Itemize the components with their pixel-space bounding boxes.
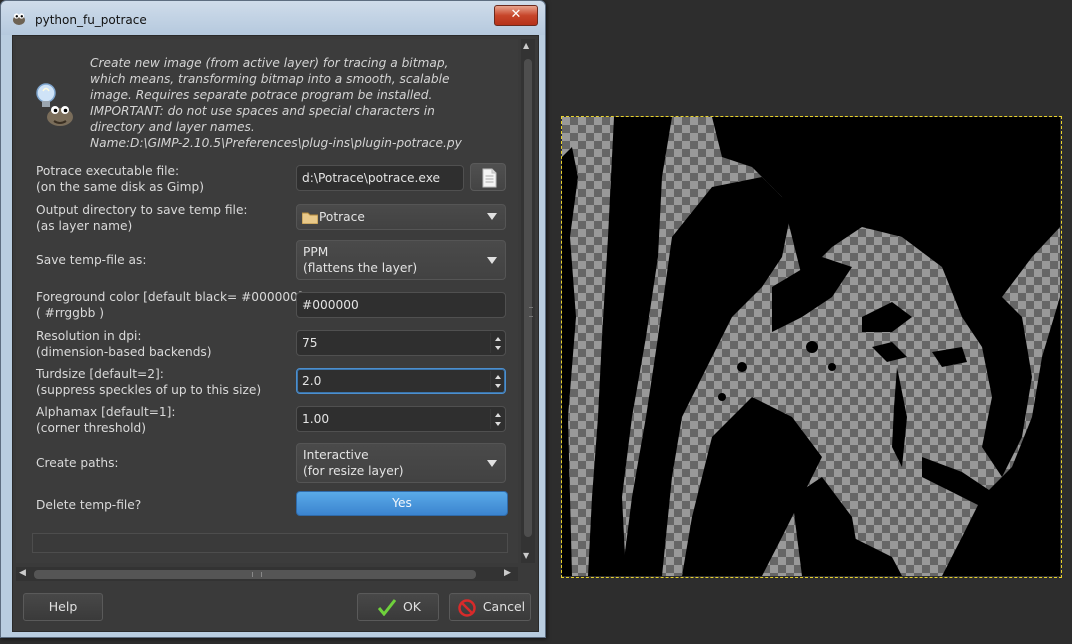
fg-color-field[interactable]: #000000 [296, 292, 506, 318]
scroll-down-icon[interactable]: ▼ [523, 551, 529, 560]
output-dir-combo[interactable]: Potrace [296, 204, 506, 230]
output-dir-label: Output directory to save temp file: (as … [36, 203, 248, 233]
title-bar[interactable]: python_fu_potrace ✕ [1, 1, 545, 35]
close-button[interactable]: ✕ [494, 5, 538, 26]
spin-up-icon[interactable] [495, 375, 501, 379]
horizontal-scrollbar[interactable]: ◀ ▶ [16, 567, 518, 581]
window-title: python_fu_potrace [35, 13, 147, 27]
checkmark-icon [378, 599, 396, 616]
cancel-button-label: Cancel [482, 599, 526, 614]
horizontal-scroll-thumb[interactable] [34, 570, 476, 579]
dialog-body: Create new image (from active layer) for… [12, 35, 539, 632]
turdsize-spinner[interactable]: 2.0 [296, 368, 506, 394]
folder-icon [302, 212, 318, 224]
options-scroll-pane: Create new image (from active layer) for… [16, 39, 518, 563]
create-paths-value: Interactive (for resize layer) [303, 448, 404, 478]
python-fu-logo-icon [36, 83, 73, 126]
output-dir-value: Potrace [319, 210, 365, 224]
help-button-label: Help [48, 599, 78, 614]
scroll-left-icon[interactable]: ◀ [19, 568, 26, 578]
cancel-icon [458, 599, 476, 617]
create-paths-combo[interactable]: Interactive (for resize layer) [296, 443, 506, 483]
executable-path-field[interactable]: d:\Potrace\potrace.exe [296, 165, 464, 191]
scroll-up-icon[interactable]: ▲ [523, 41, 529, 50]
alphamax-label: Alphamax [default=1]: (corner threshold) [36, 405, 176, 435]
plugin-dialog-window: python_fu_potrace ✕ Create new image (fr… [0, 0, 546, 638]
spin-down-icon[interactable] [495, 346, 501, 350]
alphamax-spinner[interactable]: 1.00 [296, 406, 506, 432]
spin-down-icon[interactable] [495, 384, 501, 388]
document-icon [482, 168, 497, 188]
gimp-wilber-icon [13, 13, 25, 25]
delete-temp-label: Delete temp-file? [36, 498, 142, 512]
vertical-scrollbar[interactable]: ▲ ▼ [521, 39, 535, 563]
plugin-description: Create new image (from active layer) for… [90, 56, 462, 150]
chevron-down-icon [487, 213, 497, 220]
executable-label: Potrace executable file: (on the same di… [36, 164, 205, 194]
ok-button[interactable]: OK [357, 593, 439, 621]
traced-image [562, 117, 1060, 576]
save-as-combo[interactable]: PPM (flattens the layer) [296, 240, 506, 280]
image-canvas[interactable] [562, 117, 1060, 576]
spin-up-icon[interactable] [495, 413, 501, 417]
fg-color-value: #000000 [302, 298, 359, 312]
chevron-down-icon [487, 257, 497, 264]
create-paths-label: Create paths: [36, 456, 119, 470]
resolution-value: 75 [302, 336, 318, 350]
turdsize-value: 2.0 [302, 374, 322, 388]
delete-temp-toggle-button[interactable]: Yes [296, 491, 508, 516]
scroll-right-icon[interactable]: ▶ [504, 568, 511, 578]
help-button[interactable]: Help [23, 593, 103, 621]
alphamax-value: 1.00 [302, 412, 330, 426]
browse-file-button[interactable] [470, 163, 506, 191]
fg-color-label: Foreground color [default black= #000000… [36, 290, 307, 320]
turdsize-label: Turdsize [default=2]: (suppress speckles… [36, 367, 262, 397]
spin-down-icon[interactable] [495, 422, 501, 426]
spin-up-icon[interactable] [495, 337, 501, 341]
save-as-label: Save temp-file as: [36, 253, 147, 267]
executable-path-value: d:\Potrace\potrace.exe [302, 171, 441, 185]
chevron-down-icon [487, 460, 497, 467]
save-as-value: PPM (flattens the layer) [303, 245, 418, 275]
ok-button-label: OK [402, 599, 422, 614]
resolution-label: Resolution in dpi: (dimension-based back… [36, 329, 212, 359]
progress-bar [32, 533, 508, 553]
resolution-spinner[interactable]: 75 [296, 330, 506, 356]
cancel-button[interactable]: Cancel [449, 593, 531, 621]
vertical-scroll-thumb[interactable] [524, 59, 533, 537]
